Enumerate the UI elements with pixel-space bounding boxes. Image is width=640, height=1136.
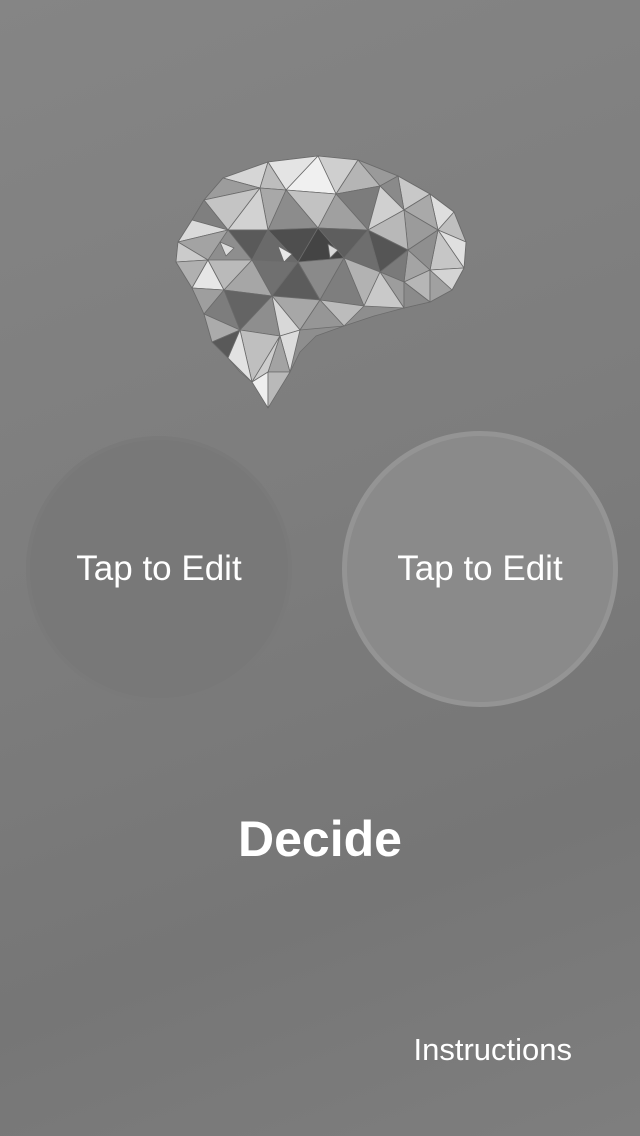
decide-button[interactable]: Decide (0, 810, 640, 868)
option-right-circle[interactable]: Tap to Edit (342, 431, 618, 707)
instructions-link[interactable]: Instructions (413, 1032, 572, 1068)
option-left-label: Tap to Edit (76, 549, 242, 588)
option-left-circle[interactable]: Tap to Edit (26, 436, 292, 702)
brain-logo-icon (168, 150, 472, 412)
option-right-label: Tap to Edit (397, 549, 563, 588)
